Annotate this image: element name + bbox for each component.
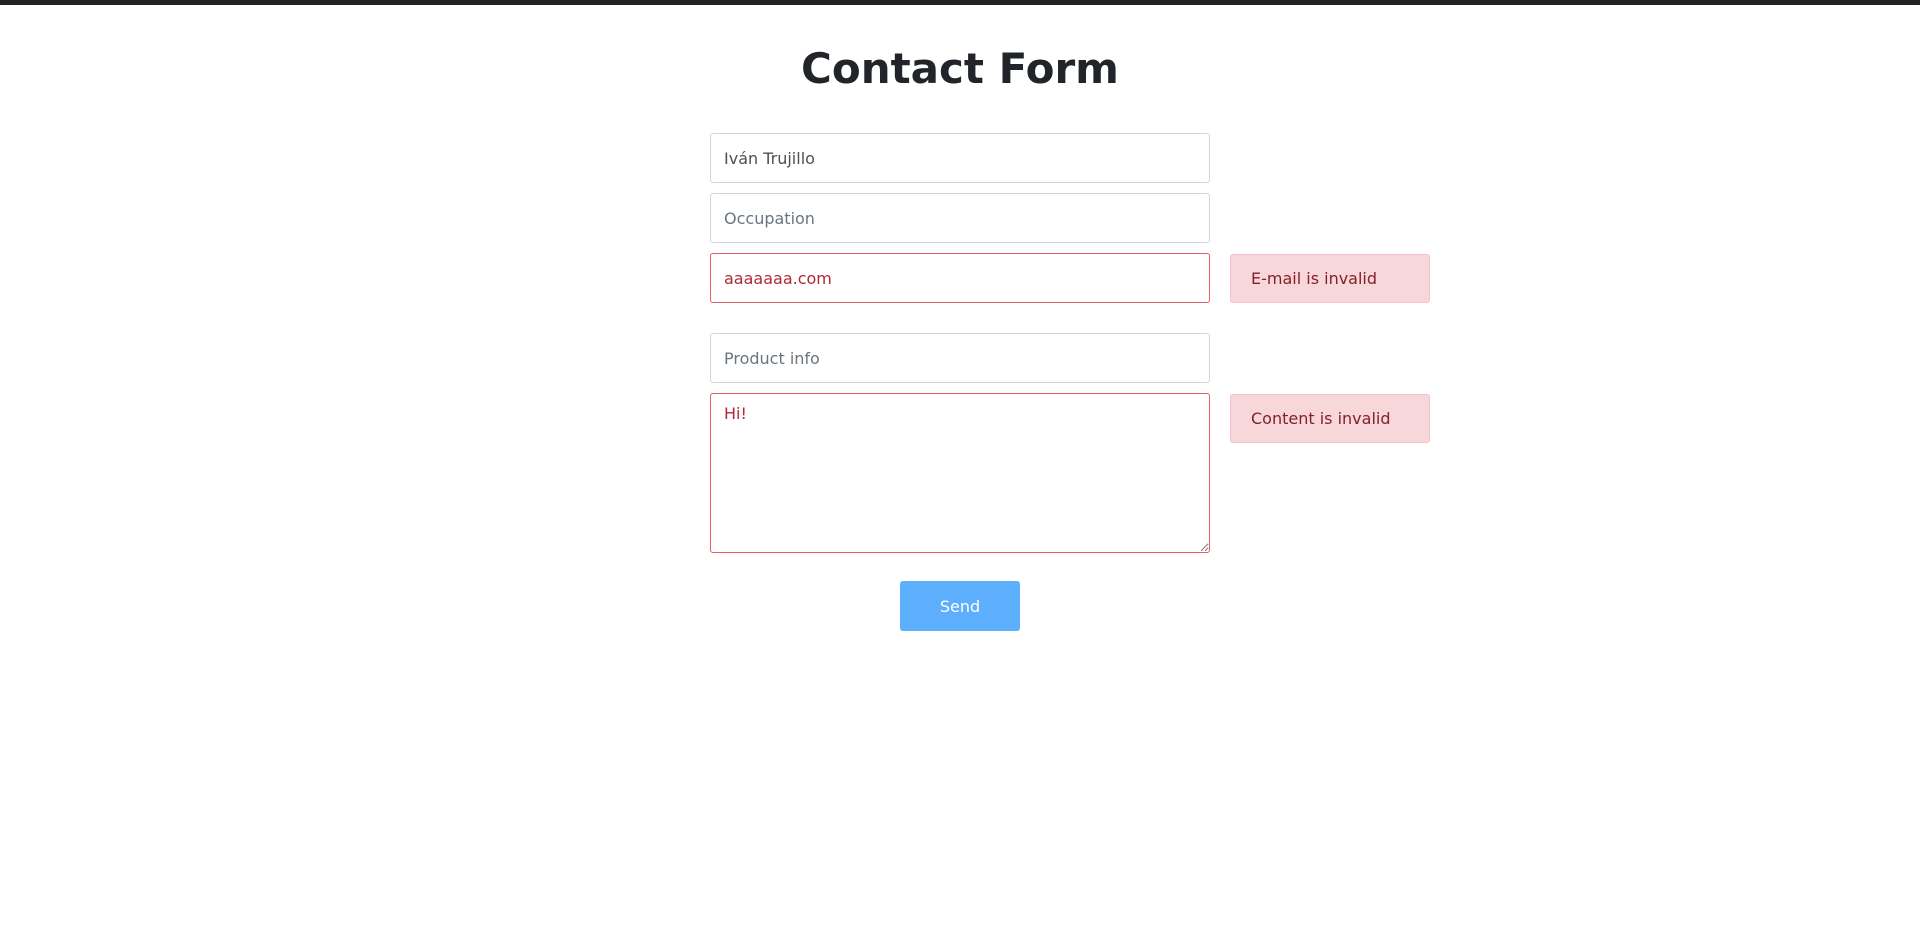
top-bar (0, 0, 1920, 5)
send-button[interactable]: Send (900, 581, 1020, 631)
email-input[interactable] (710, 253, 1210, 303)
page-title: Contact Form (801, 44, 1119, 93)
email-error-alert: E-mail is invalid (1230, 254, 1430, 303)
name-input[interactable] (710, 133, 1210, 183)
content-error-alert: Content is invalid (1230, 394, 1430, 443)
content-textarea[interactable] (710, 393, 1210, 553)
occupation-input[interactable] (710, 193, 1210, 243)
product-info-input[interactable] (710, 333, 1210, 383)
